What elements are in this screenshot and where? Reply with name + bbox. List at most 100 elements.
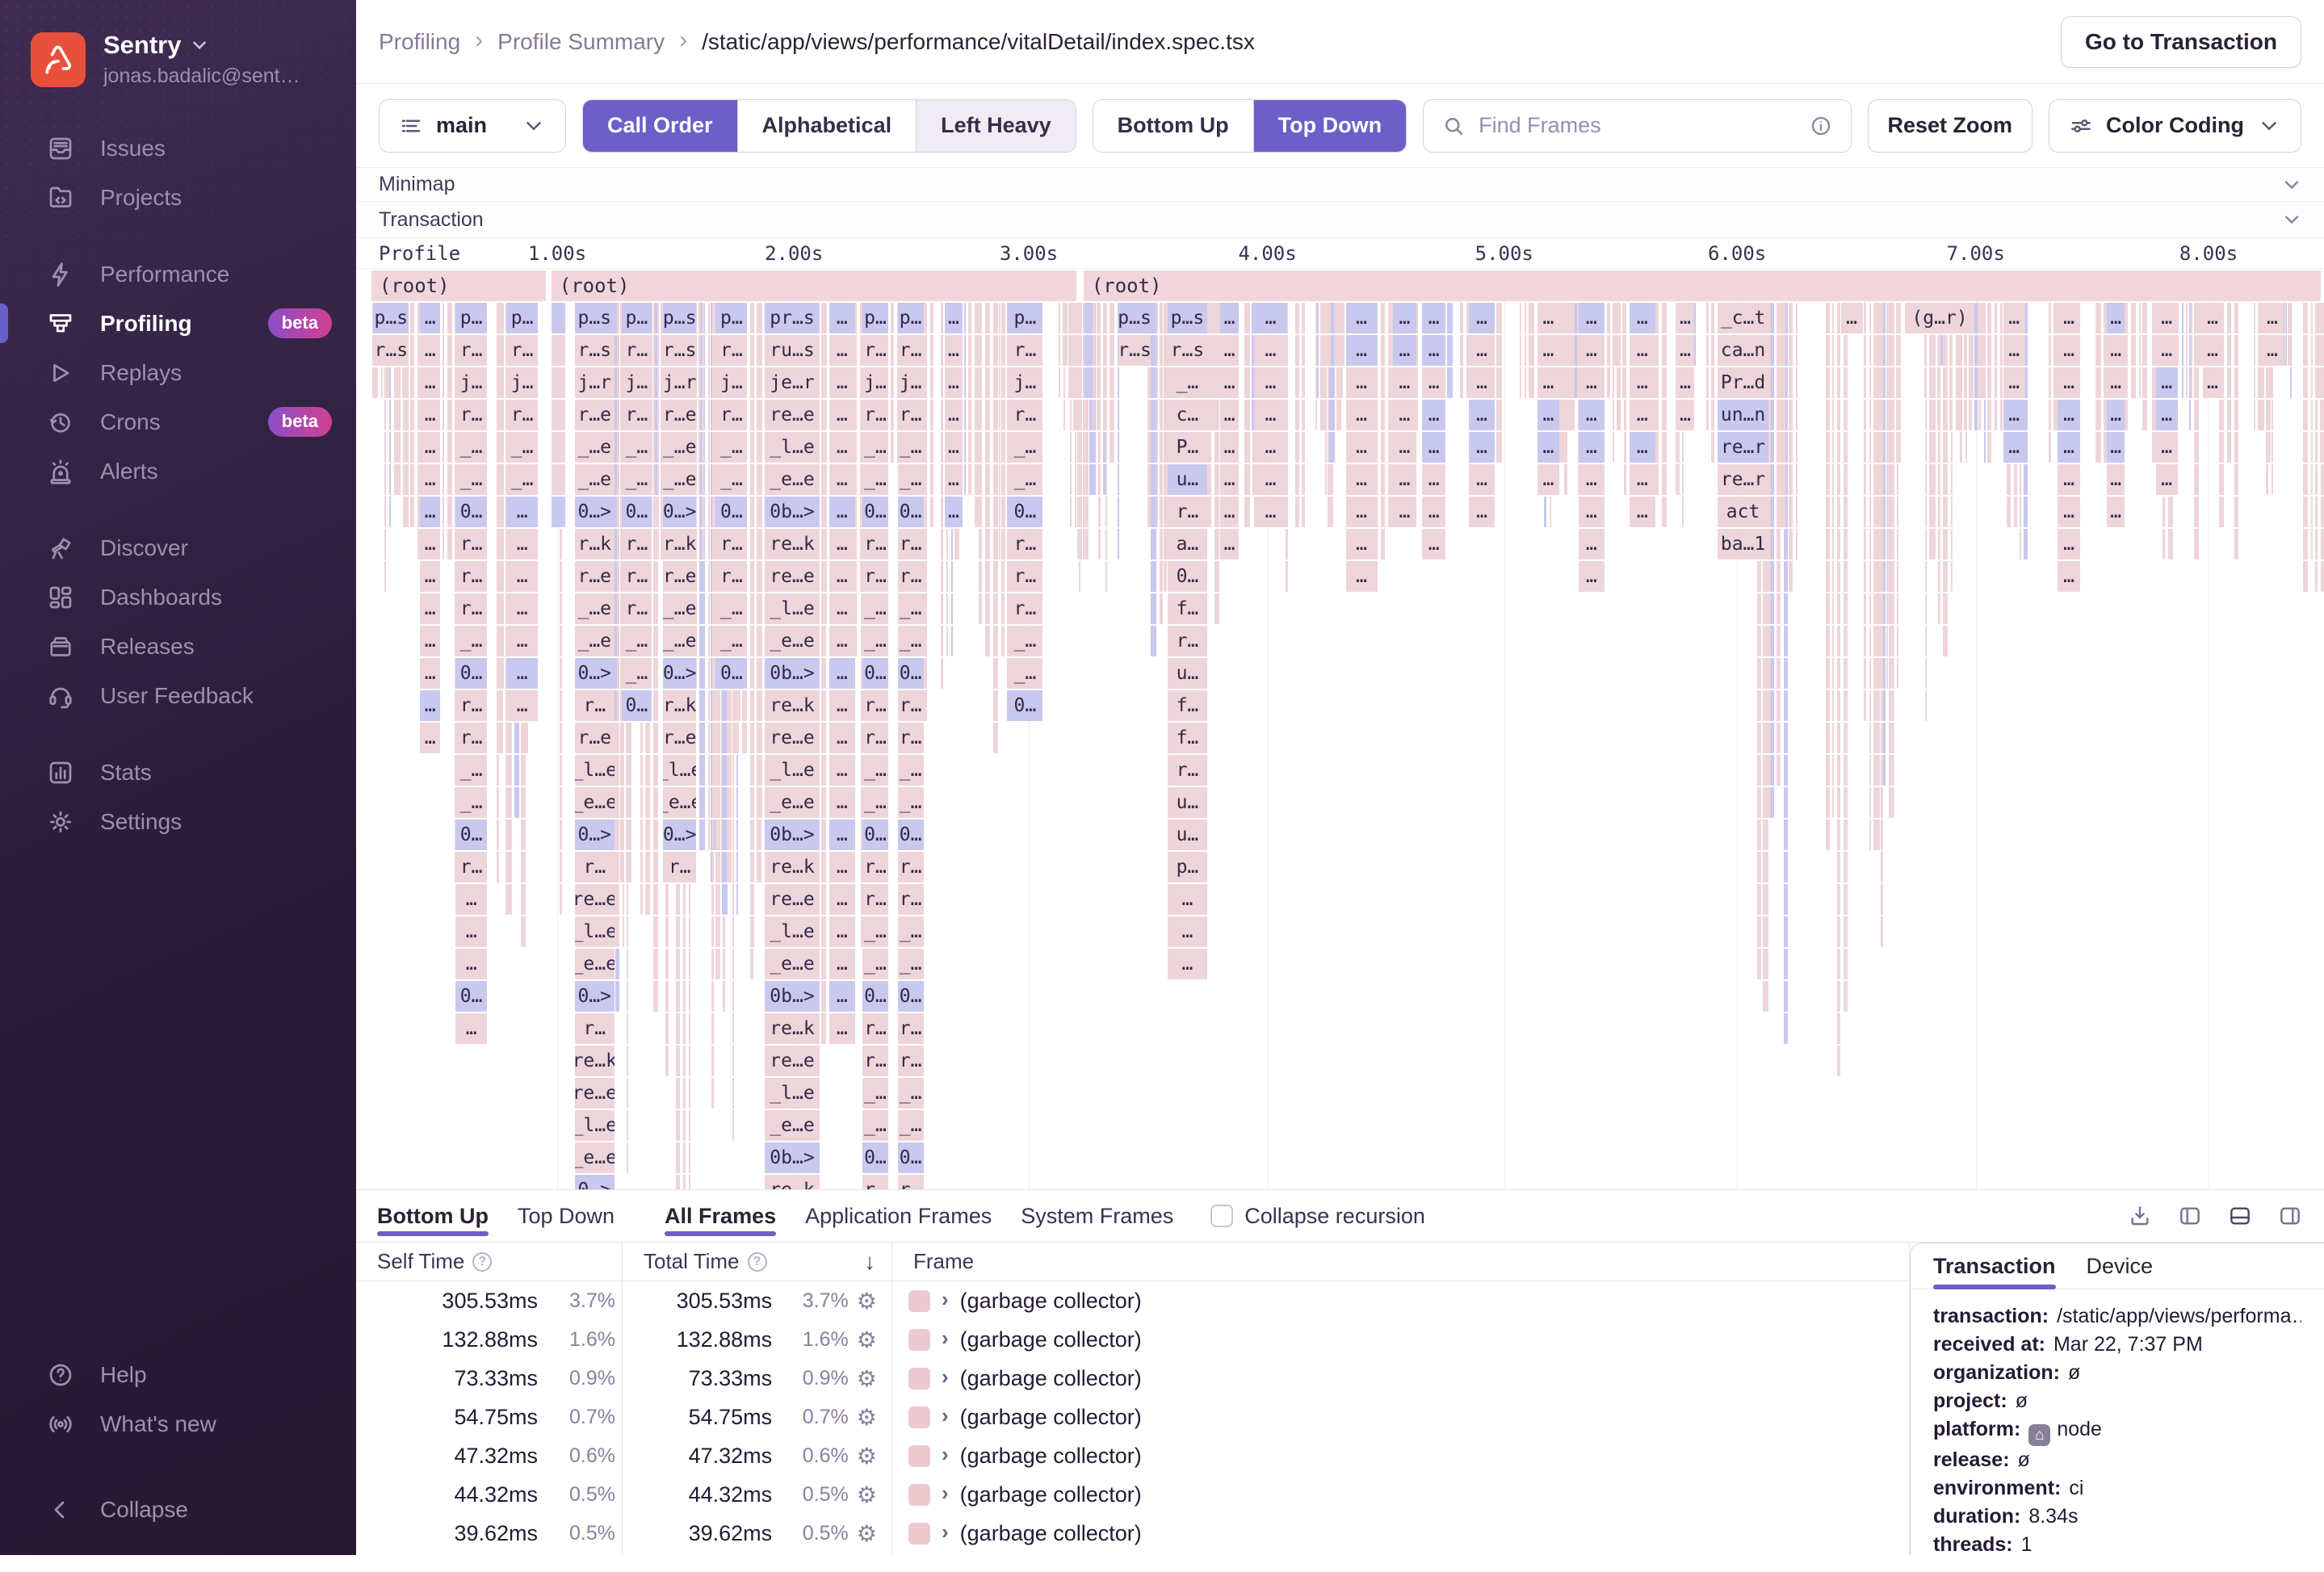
layout-bottom-panel-icon[interactable]: [2227, 1203, 2253, 1229]
flame-frame-cell[interactable]: …: [945, 497, 963, 527]
expand-chevron-icon[interactable]: ›: [942, 1481, 949, 1506]
find-frames-search[interactable]: Find Frames: [1423, 99, 1851, 153]
flame-frame-cell[interactable]: re…k: [765, 1175, 820, 1189]
flame-frame-cell[interactable]: …: [1254, 464, 1288, 495]
flame-frame-cell[interactable]: r…: [622, 400, 652, 430]
flame-frame-cell[interactable]: ru…s: [765, 335, 820, 366]
flame-frame-cell[interactable]: re…k: [765, 1013, 820, 1044]
flame-frame-cell[interactable]: re…k: [765, 852, 820, 882]
flame-frame-cell[interactable]: _…: [898, 593, 924, 624]
flame-frame-cell[interactable]: p…: [715, 303, 747, 333]
flame-frame-cell[interactable]: r…: [862, 335, 888, 366]
org-switcher[interactable]: Sentry jonas.badalic@sent…: [0, 0, 356, 88]
flame-frame-cell[interactable]: …: [829, 1013, 855, 1044]
segment-left-heavy[interactable]: Left Heavy: [916, 100, 1076, 152]
flame-frame-cell[interactable]: _…: [898, 949, 924, 979]
flame-frame-cell[interactable]: …: [829, 658, 855, 689]
flame-root-segment[interactable]: (root): [552, 270, 1076, 301]
gear-icon[interactable]: ⚙: [849, 1482, 885, 1508]
flame-frame-cell[interactable]: …: [420, 690, 440, 721]
flame-frame-cell[interactable]: [552, 335, 565, 366]
go-to-transaction-button[interactable]: Go to Transaction: [2061, 16, 2301, 68]
sidebar-item-issues[interactable]: Issues: [0, 124, 356, 173]
flame-frame-cell[interactable]: …: [1579, 497, 1605, 527]
expand-chevron-icon[interactable]: ›: [942, 1364, 949, 1390]
details-tab-transaction[interactable]: Transaction: [1933, 1243, 2056, 1289]
table-row-frame[interactable]: ›(garbage collector): [892, 1320, 1909, 1359]
flame-frame-cell[interactable]: …: [420, 303, 440, 333]
flame-frame-cell[interactable]: _…e: [663, 464, 697, 495]
flame-frame-cell[interactable]: …: [829, 723, 855, 753]
flame-frame-cell[interactable]: _…: [862, 1078, 888, 1109]
flame-frame-cell[interactable]: r…: [862, 400, 888, 430]
flame-frame-cell[interactable]: r…: [862, 852, 888, 882]
flame-frame-cell[interactable]: f…: [1168, 593, 1207, 624]
flame-frame-cell[interactable]: …: [1422, 303, 1445, 333]
flame-frame-cell[interactable]: …: [1254, 335, 1288, 366]
flame-frame-cell[interactable]: …: [2156, 303, 2178, 333]
flame-frame-cell[interactable]: …: [2107, 335, 2125, 366]
flame-frame-cell[interactable]: _…: [862, 949, 888, 979]
flame-frame-cell[interactable]: …: [829, 755, 855, 786]
flame-frame-cell[interactable]: _…: [862, 593, 888, 624]
flame-frame-cell[interactable]: _…e: [575, 626, 615, 656]
flame-frame-cell[interactable]: j…: [455, 367, 487, 398]
flame-frame-cell[interactable]: …: [1469, 464, 1495, 495]
flame-frame-cell[interactable]: p…s: [373, 303, 409, 333]
flame-frame-cell[interactable]: p…s: [663, 303, 697, 333]
flame-frame-cell[interactable]: …: [1346, 529, 1378, 560]
flame-frame-cell[interactable]: …: [420, 626, 440, 656]
flame-frame-cell[interactable]: …: [1630, 464, 1655, 495]
flame-frame-cell[interactable]: …: [1346, 303, 1378, 333]
checkbox[interactable]: [1210, 1205, 1233, 1227]
layout-right-panel-icon[interactable]: [2277, 1203, 2303, 1229]
flame-frame-cell[interactable]: 0…>: [575, 1175, 615, 1189]
flame-frame-cell[interactable]: …: [420, 529, 440, 560]
flame-frame-cell[interactable]: …: [829, 981, 855, 1012]
flame-frame-cell[interactable]: 0…: [715, 497, 747, 527]
flame-frame-cell[interactable]: …: [1630, 432, 1655, 463]
flame-frame-cell[interactable]: f…: [1168, 723, 1207, 753]
flame-frame-cell[interactable]: …: [1630, 335, 1655, 366]
flame-root-segment[interactable]: (root): [1084, 270, 2321, 301]
flame-frame-cell[interactable]: _…: [715, 432, 747, 463]
flame-frame-cell[interactable]: _…: [898, 432, 924, 463]
flame-frame-cell[interactable]: …: [1168, 916, 1207, 947]
flame-frame-cell[interactable]: r…s: [575, 335, 615, 366]
flame-frame-cell[interactable]: [552, 497, 565, 527]
flame-frame-cell[interactable]: r…s: [373, 335, 409, 366]
collapse-recursion-toggle[interactable]: Collapse recursion: [1210, 1190, 1425, 1242]
flame-frame-cell[interactable]: r…e: [575, 400, 615, 430]
flame-frame-cell[interactable]: r…: [575, 690, 615, 721]
flame-frame-cell[interactable]: 0…: [1007, 690, 1042, 721]
flame-frame-cell[interactable]: r…: [455, 400, 487, 430]
flame-frame-cell[interactable]: r…: [862, 529, 888, 560]
flame-frame-cell[interactable]: 0b…>: [765, 1142, 820, 1173]
flame-frame-cell[interactable]: r…: [862, 1013, 888, 1044]
flame-frame-cell[interactable]: r…: [862, 884, 888, 915]
chevron-down-icon[interactable]: [2280, 174, 2303, 196]
flame-frame-cell[interactable]: …: [506, 626, 538, 656]
flame-frame-cell[interactable]: …: [829, 949, 855, 979]
flame-frame-cell[interactable]: r…: [862, 561, 888, 592]
flame-frame-cell[interactable]: …: [829, 400, 855, 430]
flame-frame-cell[interactable]: 0…: [862, 820, 888, 850]
flame-frame-cell[interactable]: _e…e: [575, 787, 615, 818]
flame-frame-cell[interactable]: …: [2107, 303, 2125, 333]
flame-frame-cell[interactable]: …: [829, 690, 855, 721]
flame-frame-cell[interactable]: j…r: [575, 367, 615, 398]
table-row-frame[interactable]: ›(garbage collector): [892, 1514, 1909, 1553]
flame-frame-cell[interactable]: …: [455, 884, 487, 915]
flame-frame-cell[interactable]: _…: [506, 464, 538, 495]
download-icon[interactable]: [2127, 1203, 2153, 1229]
flame-frame-cell[interactable]: …: [506, 690, 538, 721]
flame-frame-cell[interactable]: _e…e: [663, 787, 697, 818]
flame-frame-cell[interactable]: …: [506, 529, 538, 560]
flame-frame-cell[interactable]: r…k: [663, 690, 697, 721]
flame-frame-cell[interactable]: …: [1579, 335, 1605, 366]
flame-frame-cell[interactable]: r…: [663, 852, 697, 882]
flame-frame-cell[interactable]: r…: [862, 690, 888, 721]
table-row-frame[interactable]: ›(garbage collector): [892, 1359, 1909, 1398]
flame-frame-cell[interactable]: …: [2003, 303, 2025, 333]
flame-frame-cell[interactable]: …: [1220, 529, 1238, 560]
